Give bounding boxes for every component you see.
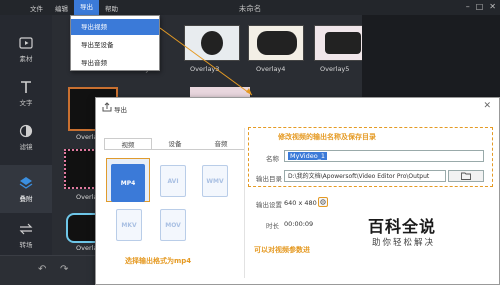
dialog-title: 导出 [114,106,127,114]
browse-button[interactable] [448,170,484,182]
output-dir-input[interactable]: D:\我的文档\Apowersoft\Video Editor Pro\Outp… [284,170,446,182]
annotation-arrow-line [159,27,253,96]
divider [244,128,245,278]
export-icon [102,102,112,112]
format-mov[interactable]: MOV [158,206,188,244]
annotation-text: 可以对视频参数进 [254,246,310,254]
tab-device[interactable]: 设备 [152,138,198,149]
annotation-arrow-head [246,88,252,95]
annotation-text: 修改视频的输出名称及保存目录 [278,133,376,141]
settings-button[interactable] [318,197,328,207]
format-mp4[interactable]: MP4 [106,158,150,202]
file-icon: WMV [202,165,228,197]
format-wmv[interactable]: WMV [200,162,230,200]
format-tabs: 视频 设备 音频 [104,138,244,150]
watermark-title: 百科全说 [368,217,437,236]
settings-label: 输出设置 [256,201,282,209]
gear-icon [320,199,326,205]
file-icon: MKV [116,209,142,241]
settings-value: 640 x 480 [284,199,317,207]
annotation-text: 选择输出格式为mp4 [125,257,192,265]
folder-icon [461,172,471,180]
duration-value: 00:00:09 [284,220,314,228]
close-icon[interactable]: ✕ [483,101,491,111]
name-input[interactable]: MyVideo_1 [284,150,484,162]
name-label: 名称 [266,155,279,163]
file-icon: MOV [160,209,186,241]
format-mkv[interactable]: MKV [114,206,144,244]
file-icon: MP4 [111,164,145,202]
file-icon: AVI [160,165,186,197]
output-dir-label: 输出目录 [256,175,282,183]
duration-label: 时长 [266,222,279,230]
format-avi[interactable]: AVI [158,162,188,200]
watermark-subtitle: 助你轻松解决 [372,238,436,248]
tab-video[interactable]: 视频 [104,138,152,149]
tab-audio[interactable]: 音频 [198,138,244,149]
name-value: MyVideo_1 [288,152,328,160]
